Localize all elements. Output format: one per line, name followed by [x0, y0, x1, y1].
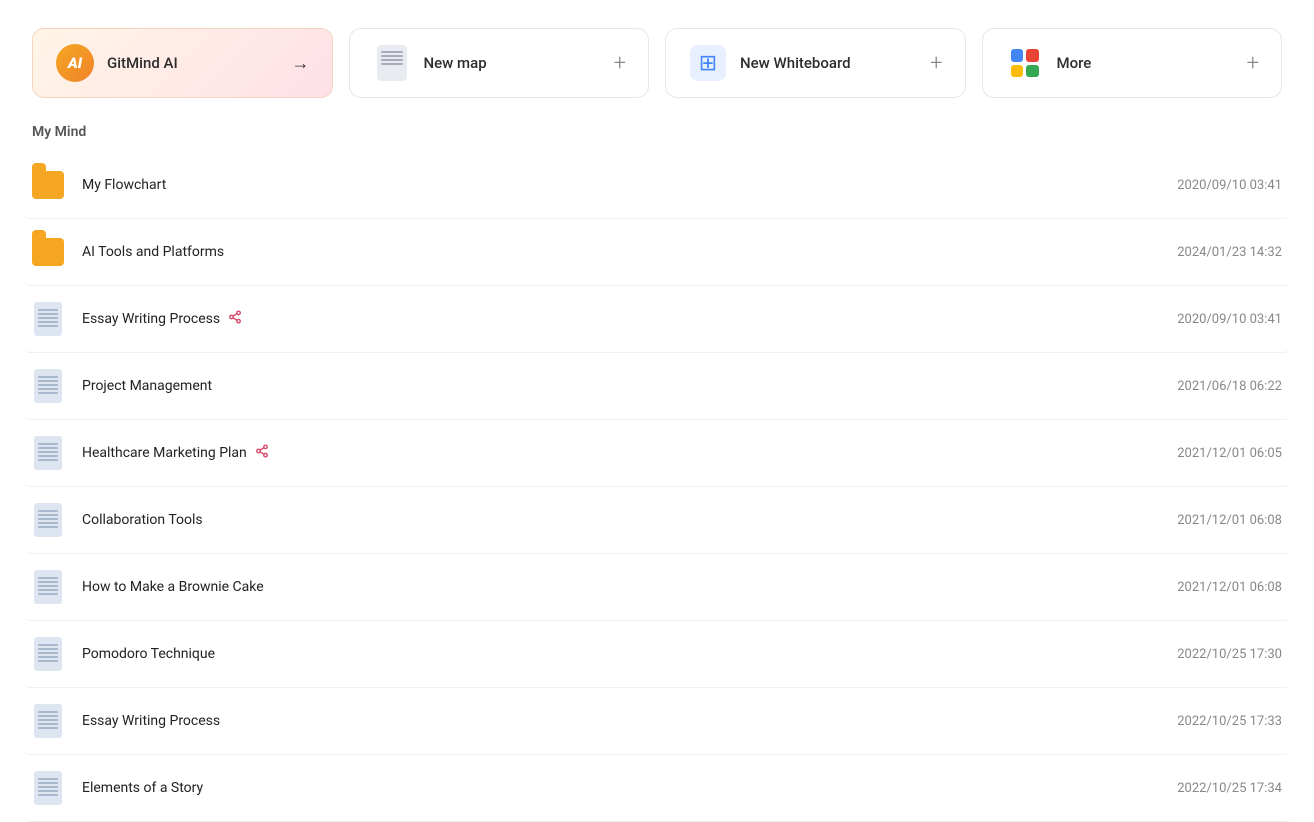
item-date: 2021/06/18 06:22 [1177, 379, 1282, 394]
more-plus-icon: + [1247, 51, 1259, 76]
item-date: 2021/12/01 06:08 [1177, 580, 1282, 595]
doc-icon [32, 367, 64, 405]
gitmind-arrow-icon: → [292, 53, 310, 74]
item-name: How to Make a Brownie Cake [82, 579, 1177, 595]
list-item[interactable]: Project Management2021/06/18 06:22 [24, 353, 1290, 420]
item-date: 2020/09/10 03:41 [1177, 312, 1282, 327]
doc-icon-small [34, 771, 62, 805]
gitmind-ai-label: GitMind AI [107, 54, 280, 72]
item-name: Collaboration Tools [82, 512, 1177, 528]
doc-icon-small [34, 704, 62, 738]
item-date: 2021/12/01 06:05 [1177, 446, 1282, 461]
more-grid-icon [1011, 49, 1039, 77]
list-item[interactable]: Collaboration Tools2021/12/01 06:08 [24, 487, 1290, 554]
more-square-red [1026, 49, 1039, 62]
whiteboard-icon: ⊞ [690, 45, 726, 81]
more-square-yellow [1011, 65, 1024, 78]
item-name: My Flowchart [82, 177, 1177, 193]
doc-icon [32, 501, 64, 539]
more-square-green [1026, 65, 1039, 78]
doc-icon-small [34, 570, 62, 604]
item-name: AI Tools and Platforms [82, 244, 1177, 260]
list-item[interactable]: AI Tools and Platforms2024/01/23 14:32 [24, 219, 1290, 286]
item-list: My Flowchart2020/09/10 03:41AI Tools and… [0, 152, 1314, 822]
doc-icon [32, 300, 64, 338]
new-map-icon [372, 43, 412, 83]
more-card[interactable]: More + [982, 28, 1283, 98]
list-item[interactable]: How to Make a Brownie Cake2021/12/01 06:… [24, 554, 1290, 621]
item-name: Essay Writing Process [82, 310, 1177, 328]
item-date: 2020/09/10 03:41 [1177, 178, 1282, 193]
item-name: Healthcare Marketing Plan [82, 444, 1177, 462]
list-item[interactable]: My Flowchart2020/09/10 03:41 [24, 152, 1290, 219]
top-bar: AI GitMind AI → New map + ⊞ New Whiteboa… [0, 0, 1314, 118]
doc-icon-small [34, 302, 62, 336]
doc-icon [32, 702, 64, 740]
item-date: 2022/10/25 17:30 [1177, 647, 1282, 662]
doc-icon [377, 45, 407, 81]
list-item[interactable]: Essay Writing Process2020/09/10 03:41 [24, 286, 1290, 353]
doc-icon-small [34, 637, 62, 671]
item-date: 2022/10/25 17:34 [1177, 781, 1282, 796]
list-item[interactable]: Essay Writing Process2022/10/25 17:33 [24, 688, 1290, 755]
more-icon-wrapper [1005, 43, 1045, 83]
more-square-blue [1011, 49, 1024, 62]
item-name: Project Management [82, 378, 1177, 394]
ai-icon-circle: AI [56, 44, 94, 82]
item-name: Pomodoro Technique [82, 646, 1177, 662]
whiteboard-icon-wrapper: ⊞ [688, 43, 728, 83]
doc-icon-small [34, 436, 62, 470]
folder-icon-yellow [32, 238, 64, 266]
section-title: My Mind [0, 118, 1314, 152]
ai-icon: AI [55, 43, 95, 83]
whiteboard-icon-symbol: ⊞ [699, 51, 717, 76]
doc-icon [32, 568, 64, 606]
doc-icon-small [34, 369, 62, 403]
folder-icon [32, 166, 64, 204]
doc-icon [32, 434, 64, 472]
new-map-card[interactable]: New map + [349, 28, 650, 98]
doc-icon-small [34, 503, 62, 537]
new-whiteboard-card[interactable]: ⊞ New Whiteboard + [665, 28, 966, 98]
new-whiteboard-plus-icon: + [930, 51, 942, 76]
list-item[interactable]: Pomodoro Technique2022/10/25 17:30 [24, 621, 1290, 688]
share-icon [255, 444, 269, 462]
item-name: Essay Writing Process [82, 713, 1177, 729]
more-label: More [1057, 54, 1235, 72]
new-map-label: New map [424, 54, 602, 72]
new-whiteboard-label: New Whiteboard [740, 54, 918, 72]
item-date: 2024/01/23 14:32 [1177, 245, 1282, 260]
item-date: 2021/12/01 06:08 [1177, 513, 1282, 528]
new-map-plus-icon: + [614, 51, 626, 76]
folder-icon [32, 233, 64, 271]
item-name: Elements of a Story [82, 780, 1177, 796]
list-item[interactable]: Healthcare Marketing Plan2021/12/01 06:0… [24, 420, 1290, 487]
folder-icon-yellow [32, 171, 64, 199]
doc-icon [32, 769, 64, 807]
share-icon [228, 310, 242, 328]
doc-icon [32, 635, 64, 673]
item-date: 2022/10/25 17:33 [1177, 714, 1282, 729]
gitmind-ai-card[interactable]: AI GitMind AI → [32, 28, 333, 98]
list-item[interactable]: Elements of a Story2022/10/25 17:34 [24, 755, 1290, 822]
